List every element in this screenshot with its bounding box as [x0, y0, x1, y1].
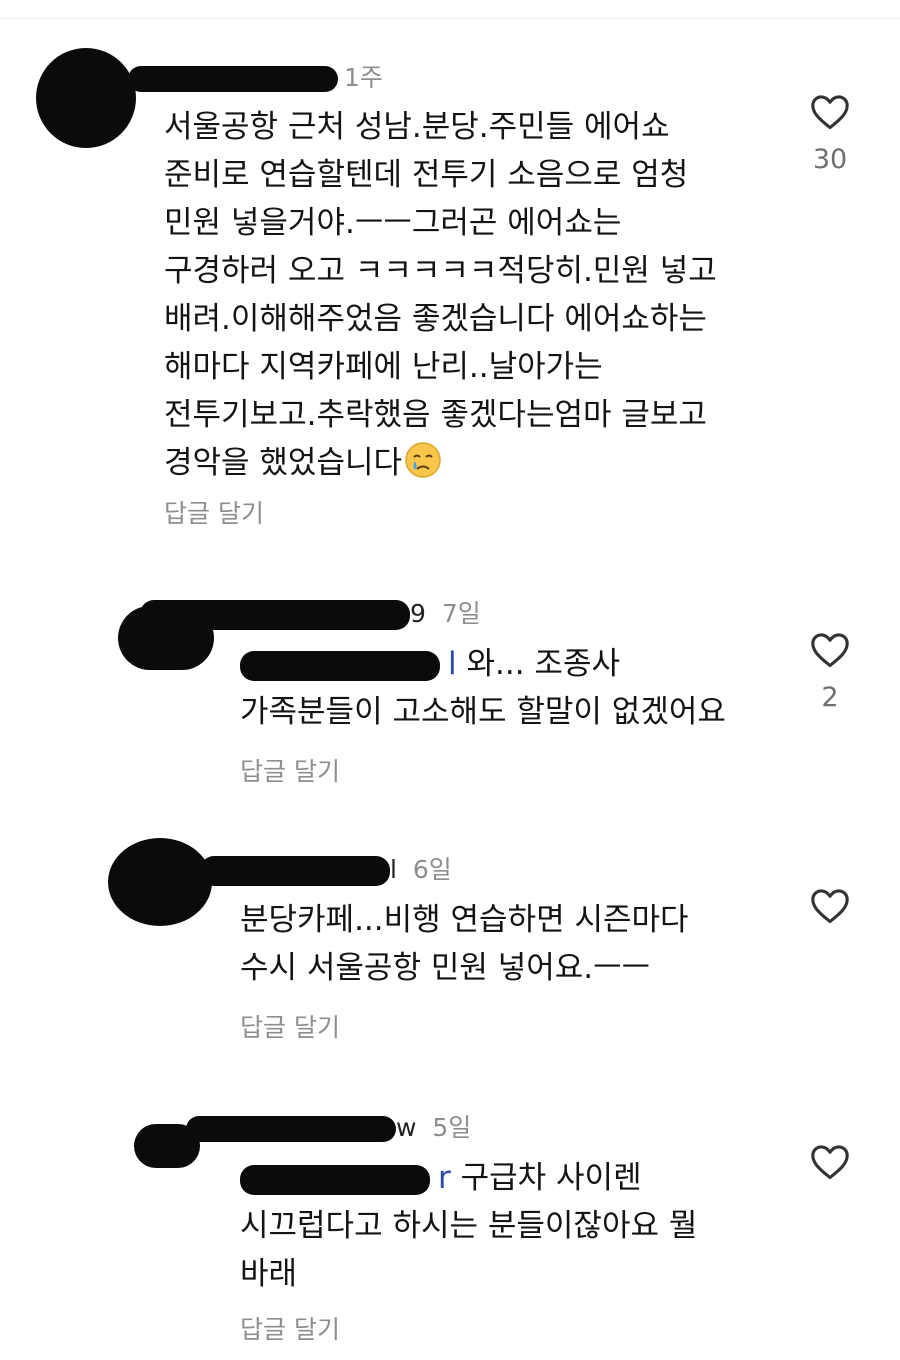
- comment-text: 서울공항 근처 성남.분당.주민들 에어쇼 준비로 연습할텐데 전투기 소음으로…: [164, 103, 717, 487]
- comment-line-text: 와... 조종사: [466, 646, 620, 682]
- comment-line: 해마다 지역카페에 난리..날아가는: [164, 349, 603, 385]
- comment-line: 서울공항 근처 성남.분당.주민들 에어쇼: [164, 109, 670, 145]
- comment-line: 민원 넣을거야.ㅡㅡ그러곤 에어쇼는: [164, 205, 622, 241]
- comment-line: 경악을 했었습니다: [164, 439, 717, 487]
- reply-button[interactable]: 답글 달기: [240, 752, 340, 788]
- timestamp: 1주: [344, 63, 383, 92]
- like-area: [798, 888, 862, 938]
- username-suffix: w: [396, 1113, 417, 1142]
- crying-face-emoji: [405, 442, 441, 478]
- comment-line: 분당카페...비행 연습하면 시즌마다: [240, 902, 689, 938]
- comment-line: 시끄럽다고 하시는 분들이잖아요 뭘: [240, 1208, 698, 1244]
- reply-button[interactable]: 답글 달기: [240, 1008, 340, 1044]
- like-area: 30: [798, 94, 862, 175]
- timestamp: 5일: [432, 1113, 472, 1142]
- like-area: [798, 1144, 862, 1194]
- avatar[interactable]: [36, 48, 136, 148]
- mention-tag[interactable]: [240, 650, 440, 681]
- like-area: 2: [798, 632, 862, 713]
- comment-line-text: 경악을 했었습니다: [164, 445, 403, 481]
- comment-line-text: 구급차 사이렌: [460, 1160, 642, 1196]
- comment-line: 수시 서울공항 민원 넣어요.ㅡㅡ: [240, 950, 651, 986]
- username[interactable]: [186, 1116, 396, 1142]
- comment-line: 전투기보고.추락했음 좋겠다는엄마 글보고: [164, 397, 707, 433]
- comment-text: l 와... 조종사 가족분들이 고소해도 할말이 없겠어요: [240, 640, 726, 736]
- mention-suffix: r: [438, 1160, 451, 1196]
- username-suffix: l: [390, 855, 397, 884]
- comment-line: l 와... 조종사: [240, 640, 726, 688]
- comment-line: 구경하러 오고 ㅋㅋㅋㅋㅋ적당히.민원 넣고: [164, 253, 717, 289]
- heart-outline-icon[interactable]: [810, 632, 850, 668]
- comment-line: 배려.이해해주었음 좋겠습니다 에어쇼하는: [164, 301, 707, 337]
- timestamp: 7일: [441, 599, 481, 628]
- comment-text: r 구급차 사이렌 시끄럽다고 하시는 분들이잖아요 뭘 바래: [240, 1154, 697, 1298]
- comment-header: l 6일: [200, 850, 452, 886]
- username[interactable]: [140, 600, 410, 630]
- mention-suffix: l: [448, 646, 457, 682]
- mention-tag[interactable]: [240, 1164, 430, 1195]
- comment-header: 1주: [128, 58, 383, 94]
- heart-outline-icon[interactable]: [810, 888, 850, 924]
- avatar[interactable]: [108, 838, 212, 926]
- like-count: 2: [821, 682, 839, 713]
- comment-line: 준비로 연습할텐데 전투기 소음으로 엄청: [164, 157, 689, 193]
- like-count: 30: [812, 144, 848, 175]
- comment-header: 9 7일: [140, 594, 481, 630]
- comment-header: w 5일: [186, 1108, 471, 1144]
- comment-line: 가족분들이 고소해도 할말이 없겠어요: [240, 694, 726, 730]
- comment-text: 분당카페...비행 연습하면 시즌마다 수시 서울공항 민원 넣어요.ㅡㅡ: [240, 896, 689, 992]
- username[interactable]: [200, 856, 390, 886]
- comment-line: 바래: [240, 1256, 298, 1292]
- username-suffix: 9: [410, 599, 426, 628]
- heart-outline-icon[interactable]: [810, 94, 850, 130]
- username[interactable]: [128, 66, 338, 92]
- timestamp: 6일: [412, 855, 452, 884]
- top-divider: [0, 18, 900, 19]
- reply-button[interactable]: 답글 달기: [240, 1310, 340, 1346]
- heart-outline-icon[interactable]: [810, 1144, 850, 1180]
- comment-line: r 구급차 사이렌: [240, 1154, 697, 1202]
- reply-button[interactable]: 답글 달기: [164, 494, 264, 530]
